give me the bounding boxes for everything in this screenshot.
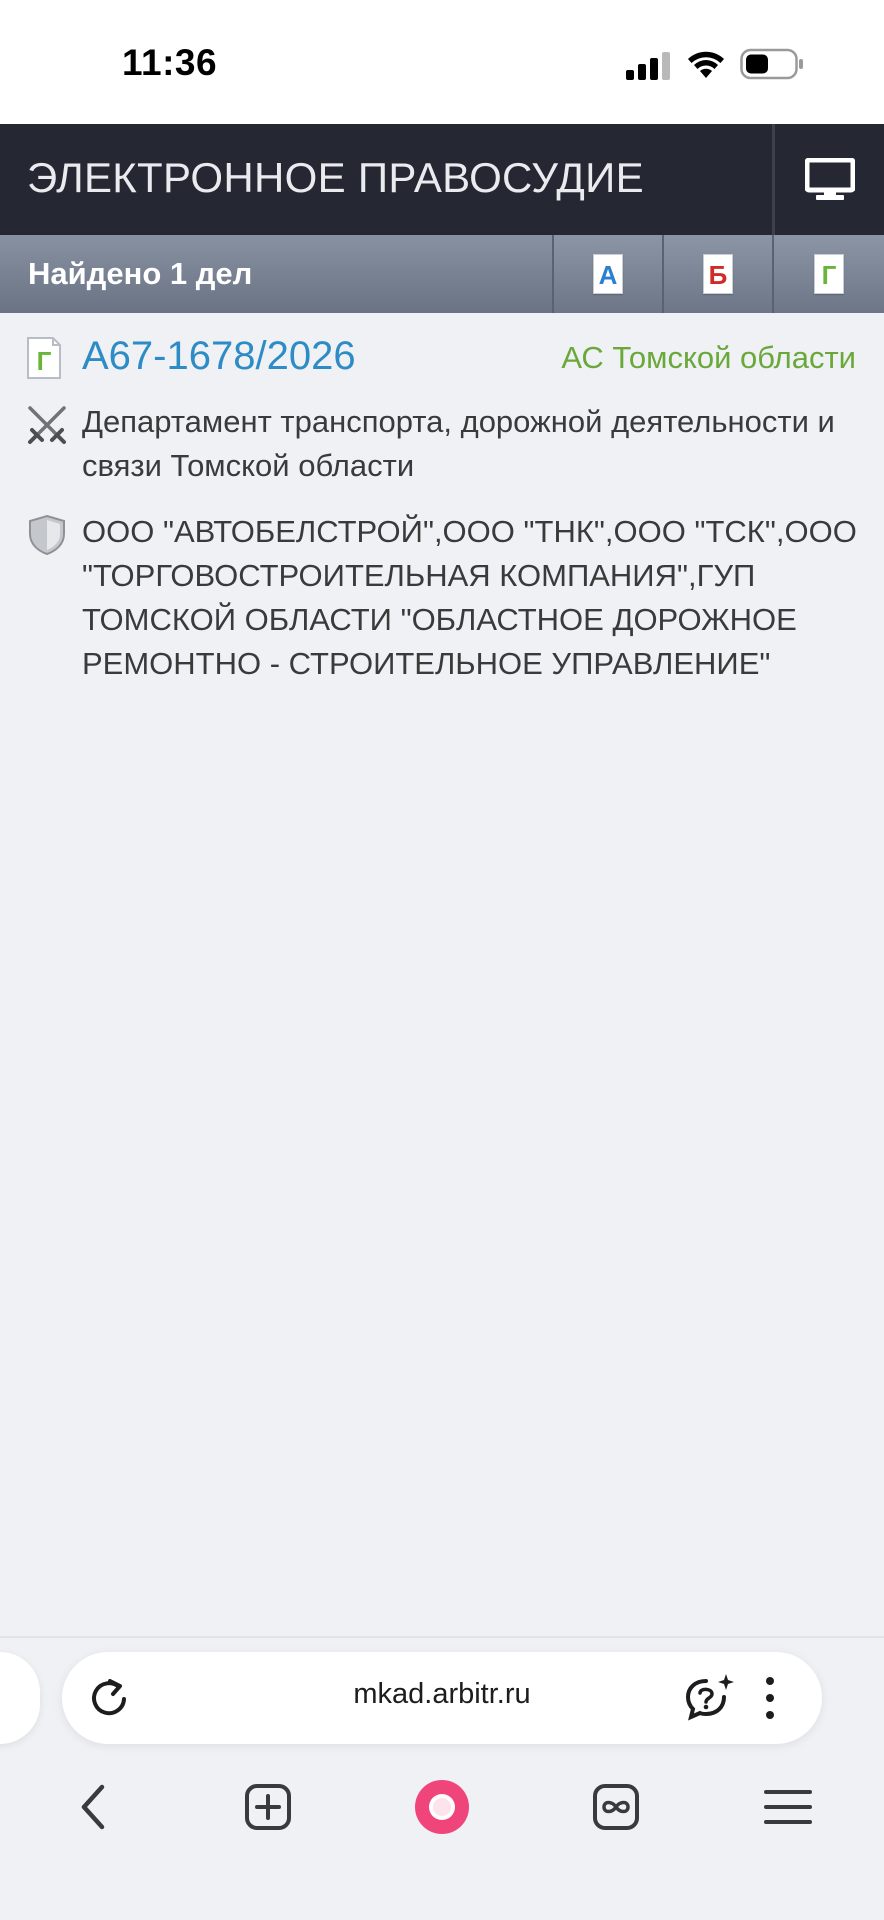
- filter-g-button[interactable]: Г: [772, 235, 884, 313]
- status-time: 11:36: [122, 42, 218, 83]
- menu-icon: [764, 1790, 812, 1824]
- results-count: Найдено 1 дел: [28, 256, 253, 291]
- filter-b-button[interactable]: Б: [662, 235, 772, 313]
- back-icon: [81, 1784, 105, 1830]
- crossed-swords-icon: [28, 406, 66, 444]
- document-g-icon: Г: [814, 254, 844, 294]
- court-name: АС Томской области: [561, 340, 856, 375]
- menu-button[interactable]: [758, 1777, 818, 1837]
- document-a-icon: А: [593, 254, 623, 294]
- browser-nav-bar: [0, 1765, 884, 1845]
- new-tab-button[interactable]: [238, 1777, 298, 1837]
- case-header-row: Г А67-1678/2026 АС Томской области: [0, 328, 884, 388]
- new-tab-icon: [245, 1784, 291, 1830]
- document-b-icon: Б: [703, 254, 733, 294]
- ai-chat-icon[interactable]: [684, 1672, 736, 1722]
- more-vertical-icon[interactable]: [760, 1674, 780, 1722]
- svg-text:Г: Г: [37, 346, 52, 376]
- filter-a-button[interactable]: А: [552, 235, 662, 313]
- tabs-button[interactable]: [586, 1777, 646, 1837]
- case-document-icon: Г: [27, 337, 61, 379]
- respondent-names: ООО "АВТОБЕЛСТРОЙ",ООО "ТНК",ООО "ТСК",О…: [82, 514, 857, 681]
- battery-icon: [740, 48, 803, 80]
- toolbar-divider: [0, 1636, 884, 1638]
- previous-tab-pill[interactable]: [0, 1652, 40, 1744]
- respondent-row: ООО "АВТОБЕЛСТРОЙ",ООО "ТНК",ООО "ТСК",О…: [0, 510, 884, 736]
- signal-icon: [626, 50, 672, 80]
- site-header: ЭЛЕКТРОННОЕ ПРАВОСУДИЕ: [0, 124, 884, 235]
- results-bar: Найдено 1 дел А Б Г: [0, 235, 884, 313]
- alice-button[interactable]: [412, 1777, 472, 1837]
- desktop-version-button[interactable]: [775, 124, 884, 235]
- site-title[interactable]: ЭЛЕКТРОННОЕ ПРАВОСУДИЕ: [27, 154, 644, 202]
- monitor-icon: [804, 157, 855, 200]
- status-bar: 11:36: [0, 0, 884, 124]
- plaintiff-name: Департамент транспорта, дорожной деятель…: [82, 404, 835, 483]
- case-number-link[interactable]: А67-1678/2026: [82, 334, 356, 379]
- shield-icon: [29, 514, 65, 556]
- alice-icon: [415, 1780, 469, 1834]
- tabs-icon: [593, 1784, 639, 1830]
- address-bar[interactable]: mkad.arbitr.ru: [62, 1652, 822, 1744]
- plaintiff-row: Департамент транспорта, дорожной деятель…: [0, 400, 884, 490]
- back-button[interactable]: [64, 1777, 124, 1837]
- wifi-icon: [688, 51, 724, 78]
